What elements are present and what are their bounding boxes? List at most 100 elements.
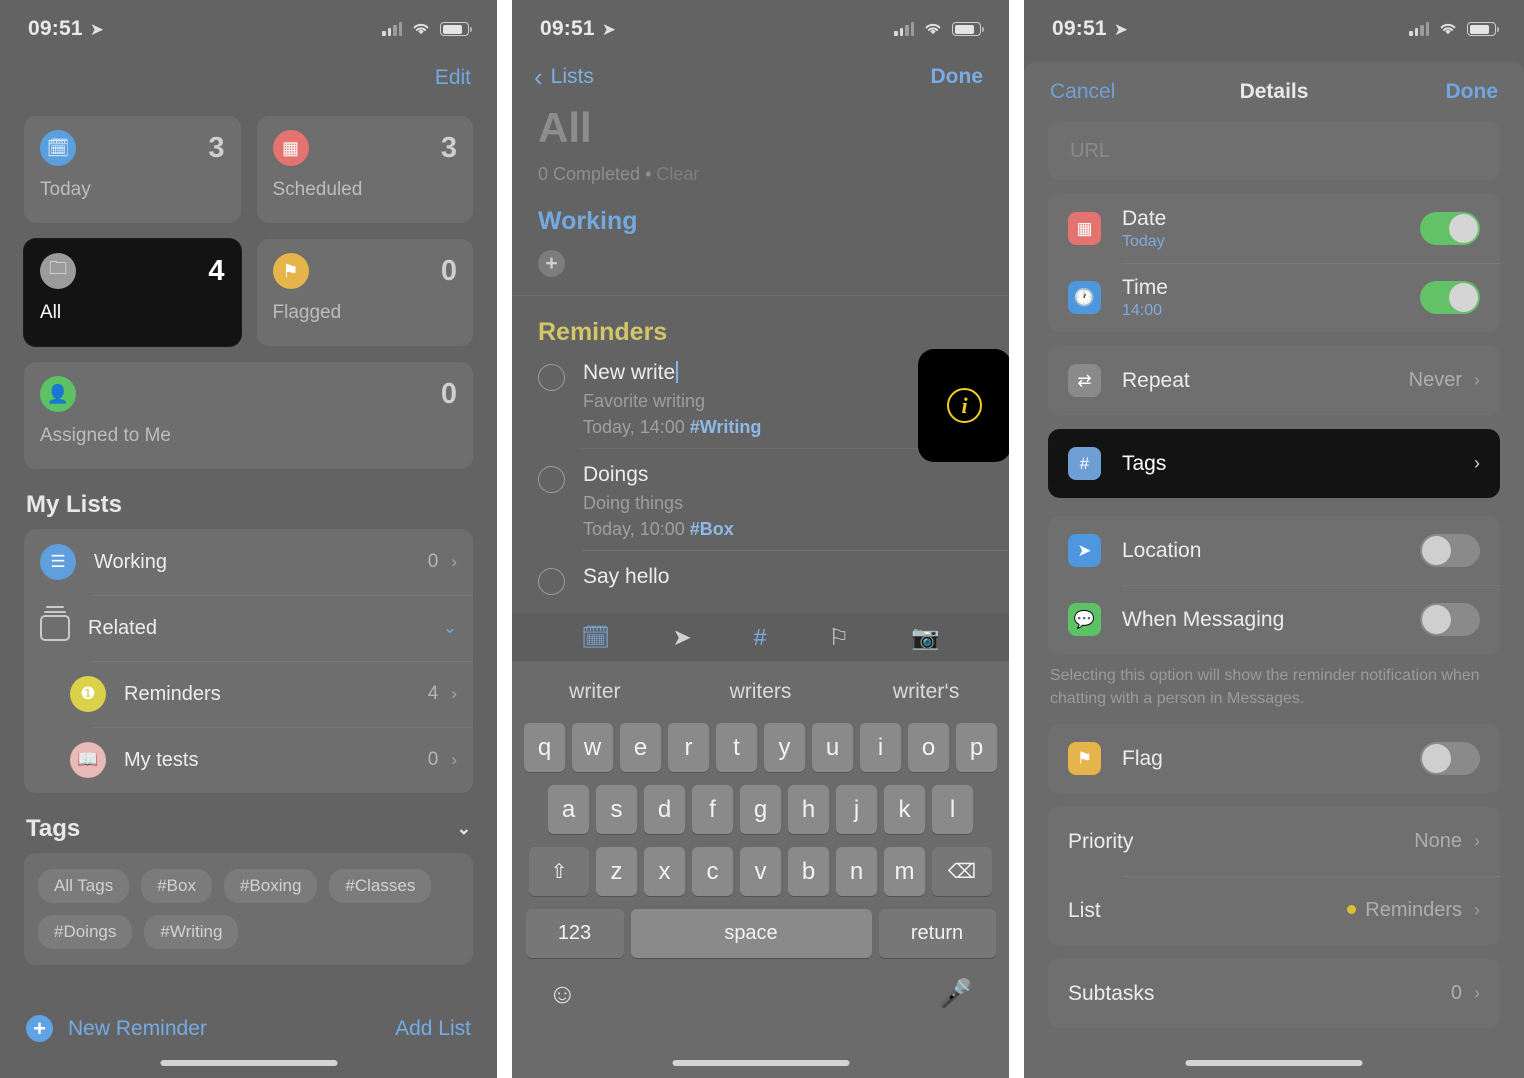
microphone-icon[interactable]: 🎤 bbox=[938, 980, 973, 1008]
tag-pill-classes[interactable]: #Classes bbox=[329, 869, 432, 903]
key-y[interactable]: y bbox=[764, 723, 805, 772]
key-a[interactable]: a bbox=[548, 785, 589, 834]
clear-button[interactable]: Clear bbox=[656, 164, 699, 184]
info-button-callout[interactable]: i bbox=[918, 349, 1009, 462]
time-toggle[interactable] bbox=[1420, 281, 1480, 314]
plus-circle-icon[interactable]: + bbox=[26, 1015, 53, 1042]
key-w[interactable]: w bbox=[572, 723, 613, 772]
key-z[interactable]: z bbox=[596, 847, 637, 896]
reminder-row-say-hello[interactable]: Say hello bbox=[512, 551, 1009, 605]
reminder-tag[interactable]: #Box bbox=[690, 519, 734, 539]
key-g[interactable]: g bbox=[740, 785, 781, 834]
calendar-clock-icon[interactable]: 🗓 bbox=[581, 626, 610, 649]
key-j[interactable]: j bbox=[836, 785, 877, 834]
reminder-note: Favorite writing bbox=[583, 391, 706, 411]
key-h[interactable]: h bbox=[788, 785, 829, 834]
hashtag-icon[interactable]: # bbox=[754, 626, 767, 649]
smart-card-label: All bbox=[40, 302, 62, 323]
space-key[interactable]: space bbox=[630, 909, 872, 958]
edit-button[interactable]: Edit bbox=[0, 58, 497, 90]
key-t[interactable]: t bbox=[716, 723, 757, 772]
key-r[interactable]: r bbox=[668, 723, 709, 772]
detail-row-date[interactable]: ▦ Date Today bbox=[1048, 194, 1500, 263]
key-p[interactable]: p bbox=[956, 723, 997, 772]
detail-row-tags[interactable]: # Tags › bbox=[1048, 429, 1500, 498]
url-input[interactable]: URL bbox=[1048, 122, 1500, 180]
tag-pill-boxing[interactable]: #Boxing bbox=[223, 869, 318, 903]
when-messaging-toggle[interactable] bbox=[1420, 603, 1480, 636]
cancel-button[interactable]: Cancel bbox=[1050, 80, 1115, 104]
key-q[interactable]: q bbox=[524, 723, 565, 772]
detail-row-flag[interactable]: ⚑ Flag bbox=[1048, 724, 1500, 793]
detail-row-when-messaging[interactable]: 💬 When Messaging bbox=[1048, 585, 1500, 654]
date-toggle[interactable] bbox=[1420, 212, 1480, 245]
tag-pill-box[interactable]: #Box bbox=[141, 869, 212, 903]
location-arrow-icon: ➤ bbox=[601, 19, 616, 39]
detail-row-time[interactable]: 🕐 Time 14:00 bbox=[1048, 263, 1500, 332]
flag-icon[interactable]: ⚐ bbox=[829, 626, 850, 649]
suggestion-3[interactable]: writer‘s bbox=[843, 680, 1009, 704]
key-k[interactable]: k bbox=[884, 785, 925, 834]
list-item-reminders[interactable]: ❶ Reminders 4 › bbox=[24, 661, 473, 727]
smart-card-today[interactable]: 🗓 3 Today bbox=[24, 116, 241, 223]
suggestion-2[interactable]: writers bbox=[678, 680, 844, 704]
list-item-working[interactable]: ☰ Working 0 › bbox=[24, 529, 473, 595]
key-s[interactable]: s bbox=[596, 785, 637, 834]
reminder-note: Doing things bbox=[583, 493, 684, 513]
key-l[interactable]: l bbox=[932, 785, 973, 834]
detail-row-list[interactable]: List Reminders › bbox=[1048, 876, 1500, 945]
add-reminder-working-button[interactable]: + bbox=[538, 250, 565, 277]
flag-toggle[interactable] bbox=[1420, 742, 1480, 776]
tags-row-highlighted[interactable]: # Tags › bbox=[1048, 429, 1500, 498]
key-o[interactable]: o bbox=[908, 723, 949, 772]
new-reminder-button[interactable]: New Reminder bbox=[68, 1017, 207, 1041]
status-bar-indicators bbox=[1409, 21, 1500, 37]
emoji-smiley-icon[interactable]: ☺ bbox=[548, 980, 577, 1008]
add-list-button[interactable]: Add List bbox=[395, 1017, 471, 1041]
camera-icon[interactable]: 📷 bbox=[911, 626, 940, 649]
tag-pill-writing[interactable]: #Writing bbox=[144, 915, 239, 949]
key-m[interactable]: m bbox=[884, 847, 925, 896]
key-i[interactable]: i bbox=[860, 723, 901, 772]
detail-row-priority[interactable]: Priority None › bbox=[1048, 807, 1500, 876]
complete-circle-icon[interactable] bbox=[538, 568, 565, 595]
detail-row-subtasks[interactable]: Subtasks 0 › bbox=[1048, 959, 1500, 1028]
smart-card-flagged[interactable]: ⚑ 0 Flagged bbox=[256, 239, 473, 346]
back-button[interactable]: ‹ Lists bbox=[534, 64, 594, 90]
location-arrow-icon[interactable]: ➤ bbox=[672, 626, 691, 649]
status-bar: 09:51 ➤ bbox=[512, 0, 1009, 58]
return-key[interactable]: return bbox=[878, 909, 996, 958]
complete-circle-icon[interactable] bbox=[538, 466, 565, 493]
key-u[interactable]: u bbox=[812, 723, 853, 772]
done-button[interactable]: Done bbox=[931, 65, 984, 89]
key-f[interactable]: f bbox=[692, 785, 733, 834]
chevron-down-icon[interactable]: ⌄ bbox=[457, 819, 471, 839]
key-c[interactable]: c bbox=[692, 847, 733, 896]
detail-row-repeat[interactable]: ⇄ Repeat Never › bbox=[1048, 346, 1500, 415]
key-d[interactable]: d bbox=[644, 785, 685, 834]
list-item-related-group[interactable]: Related ⌄ bbox=[24, 595, 473, 661]
key-x[interactable]: x bbox=[644, 847, 685, 896]
key-v[interactable]: v bbox=[740, 847, 781, 896]
complete-circle-icon[interactable] bbox=[538, 364, 565, 391]
tag-pill-all-tags[interactable]: All Tags bbox=[38, 869, 130, 903]
list-item-my-tests[interactable]: 📖 My tests 0 › bbox=[24, 727, 473, 793]
tag-pill-doings[interactable]: #Doings bbox=[38, 915, 133, 949]
smart-card-all[interactable]: 🗀 4 All bbox=[24, 239, 241, 346]
suggestion-1[interactable]: writer bbox=[512, 680, 678, 704]
location-toggle[interactable] bbox=[1420, 534, 1480, 567]
shift-arrow-icon[interactable]: ⇧ bbox=[529, 847, 589, 896]
key-e[interactable]: e bbox=[620, 723, 661, 772]
key-b[interactable]: b bbox=[788, 847, 829, 896]
numbers-key[interactable]: 123 bbox=[525, 909, 624, 958]
key-n[interactable]: n bbox=[836, 847, 877, 896]
backspace-icon[interactable]: ⌫ bbox=[932, 847, 992, 896]
reminder-row-doings[interactable]: Doings Doing things Today, 10:00 #Box bbox=[512, 449, 1009, 550]
smart-card-scheduled[interactable]: ▦ 3 Scheduled bbox=[256, 116, 473, 223]
reminder-tag[interactable]: #Writing bbox=[690, 417, 762, 437]
chevron-down-icon[interactable]: ⌄ bbox=[443, 618, 457, 638]
smart-card-assigned-to-me[interactable]: 👤 0 Assigned to Me bbox=[24, 362, 473, 469]
chevron-right-icon: › bbox=[1474, 831, 1480, 852]
detail-row-location[interactable]: ➤ Location bbox=[1048, 516, 1500, 585]
done-button[interactable]: Done bbox=[1446, 80, 1499, 104]
